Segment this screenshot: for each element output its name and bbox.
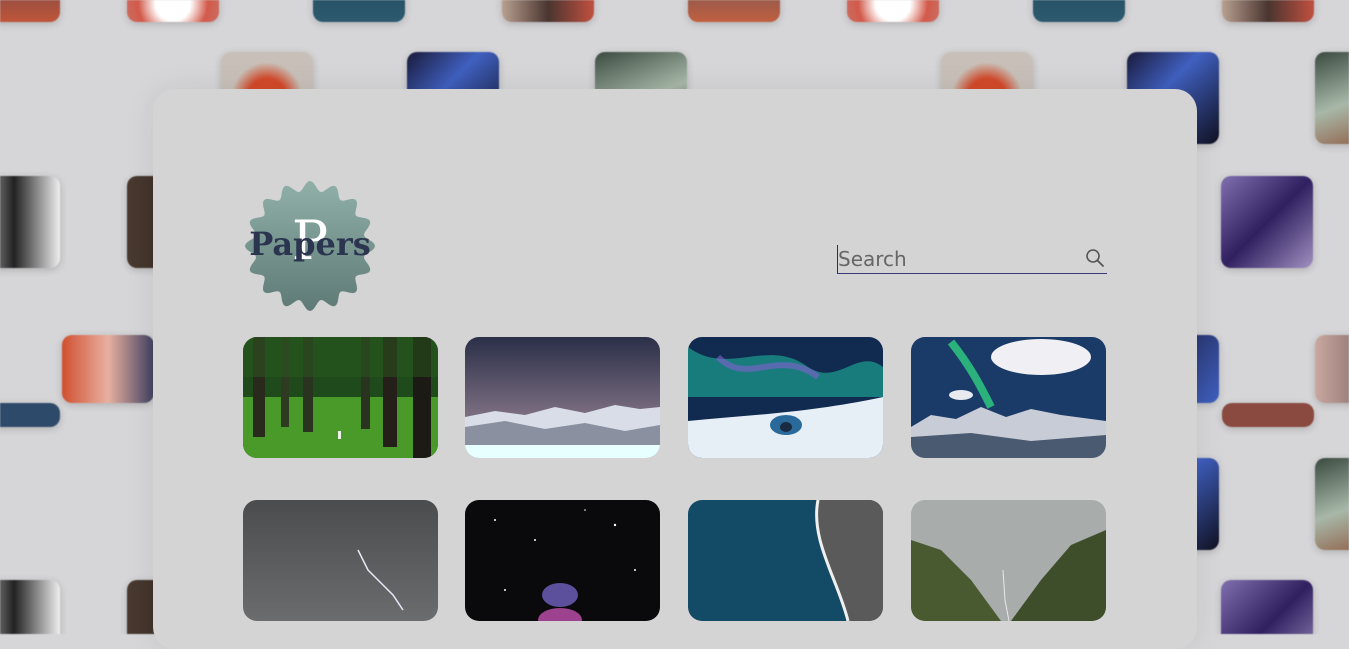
bg-tile [0,580,60,634]
wallpaper-card-ocean-beach-aerial[interactable] [688,500,883,621]
bg-tile [1222,403,1314,427]
search-icon[interactable] [1085,248,1105,268]
search-input[interactable] [837,245,1078,273]
wallpaper-card-nebula[interactable] [465,500,660,621]
bg-tile [1033,0,1125,22]
bg-tile [313,0,405,22]
bg-tile [0,0,60,22]
papers-logo[interactable]: P Papers [243,179,377,313]
bg-tile [0,403,60,427]
wallpaper-card-snowy-mountains-night[interactable] [465,337,660,458]
bg-tile [1221,176,1313,268]
bg-tile [1315,335,1349,403]
bg-tile [127,0,219,22]
bg-tile [688,0,780,22]
wallpaper-card-aurora-igloo[interactable] [688,337,883,458]
logo-text: Papers [243,225,377,263]
bg-tile [0,176,60,268]
main-panel: P Papers [153,89,1197,649]
bg-tile [1222,0,1314,22]
bg-tile [1315,52,1349,144]
bg-tile [1315,458,1349,550]
bg-tile [62,335,154,403]
wallpaper-card-storm-lightning[interactable] [243,500,438,621]
wallpaper-card-forest[interactable] [243,337,438,458]
bg-tile [847,0,939,22]
search-bar [837,241,1107,274]
bg-tile [502,0,594,22]
wallpaper-card-green-valley[interactable] [911,500,1106,621]
wallpaper-card-aurora-coast[interactable] [911,337,1106,458]
bg-tile [1221,580,1313,634]
